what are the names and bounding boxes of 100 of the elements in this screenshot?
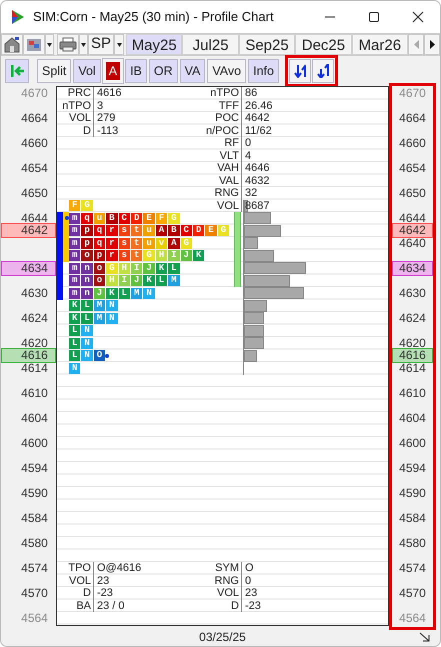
tpo-letter: C [180, 225, 192, 236]
scroll-right-button[interactable] [424, 34, 440, 55]
stat-label: D [82, 124, 92, 137]
price-label: 4574 [20, 560, 49, 576]
stat-label: TPO [67, 562, 92, 574]
tpo-letter: N [106, 300, 118, 312]
tpo-letter: q [94, 225, 106, 236]
stat-value: O@4616 [93, 562, 142, 574]
stat-value: -23 [241, 600, 261, 612]
tpo-letter: O [94, 350, 106, 362]
tpo-letter: L [81, 312, 93, 324]
tpo-letter: D [130, 212, 142, 224]
tpo-letter: K [156, 262, 168, 274]
tpo-letter: K [69, 300, 80, 312]
tpo-letter: E [143, 212, 155, 224]
stat-value: 0 [241, 574, 252, 587]
tpo-letter: v [156, 238, 168, 249]
tpo-letter: L [69, 325, 80, 336]
house-icon [3, 36, 21, 53]
tpo-letter: G [218, 225, 230, 236]
tpo-letter: M [94, 300, 106, 312]
toggle-button[interactable]: OR [148, 59, 178, 83]
price-label: 4580 [398, 536, 427, 551]
tpo-letter: o [94, 262, 106, 274]
left-arrow-icon [414, 40, 418, 49]
stat-label: RNG [214, 574, 240, 587]
tpo-letter: N [69, 362, 80, 374]
print-button[interactable] [57, 34, 79, 55]
stat-value: 23 [93, 574, 110, 587]
resize-grip-icon [419, 632, 431, 642]
price-label: 4604 [20, 410, 49, 426]
home-button[interactable] [1, 34, 23, 55]
tpo-letter: K [106, 288, 118, 299]
sort-arrows-button[interactable] [288, 59, 311, 83]
price-label: 4600 [398, 436, 427, 451]
dropdown-button[interactable] [45, 34, 54, 55]
tpo-letter: q [81, 212, 93, 224]
stat-label: POC [215, 112, 240, 124]
price-label: 4654 [398, 160, 427, 176]
price-label: 4590 [398, 486, 427, 501]
tpo-letter: J [130, 275, 142, 286]
price-label: 4584 [398, 510, 427, 526]
toggle-button[interactable]: Split [37, 59, 72, 83]
tpo-letter: L [156, 275, 168, 286]
tpo-letter: o [81, 250, 93, 262]
tpo-letter: K [143, 275, 155, 286]
stat-value: 4646 [241, 162, 270, 174]
price-label: 4624 [398, 310, 427, 326]
toggle-button[interactable]: VA [180, 59, 206, 83]
tpo-letter: I [168, 250, 180, 262]
price-label: 4564 [398, 610, 427, 626]
toggle-button[interactable]: VAvo [207, 59, 246, 83]
tab[interactable]: Sep25 [238, 34, 296, 55]
tpo-letter: t [130, 238, 142, 249]
sort-arrows-button[interactable] [312, 59, 334, 83]
symbol-menu[interactable]: SP [88, 34, 114, 55]
stat-label: PRC [66, 87, 92, 100]
stat-label: VOL [68, 574, 92, 587]
price-label: 4616 [392, 348, 433, 364]
tpo-letter: N [81, 325, 93, 336]
tpo-letter: N [143, 288, 155, 299]
tab[interactable]: Dec25 [295, 34, 352, 55]
toggle-button[interactable]: IB [125, 59, 147, 83]
color-scheme-button[interactable] [23, 34, 45, 55]
price-label: 4670 [398, 86, 427, 101]
tpo-letter: p [81, 225, 93, 236]
tpo-letter: N [81, 350, 93, 362]
date-label: 03/25/25 [198, 630, 247, 644]
price-label: 4580 [20, 536, 49, 551]
toggle-button[interactable]: Vol [73, 59, 101, 83]
tpo-letter: t [130, 250, 142, 262]
stat-label: nTPO [61, 100, 92, 112]
tpo-letter: J [180, 250, 192, 262]
stat-label: BA [75, 600, 92, 612]
dropdown-button[interactable] [79, 34, 88, 55]
price-label: 4610 [20, 386, 49, 401]
stat-label: RF [224, 137, 240, 150]
tpo-letter: C [118, 212, 130, 224]
price-label: 4590 [20, 486, 49, 501]
maximize-icon [368, 11, 380, 23]
color-button[interactable]: A [102, 59, 124, 83]
stat-label: VOL [216, 200, 240, 212]
price-label: 4642 [392, 223, 433, 238]
stat-label: n/POC [206, 124, 240, 137]
price-label: 4654 [20, 160, 49, 176]
tpo-letter: t [130, 225, 142, 236]
tpo-letter: u [143, 225, 155, 236]
stat-label: RNG [214, 187, 240, 200]
tab[interactable]: Mar26 [352, 34, 408, 55]
tpo-letter: D [192, 225, 204, 236]
tpo-letter: p [94, 250, 106, 262]
tpo-letter: M [168, 275, 180, 286]
toggle-button[interactable]: Info [248, 59, 279, 83]
tpo-letter: G [81, 200, 93, 212]
tpo-letter: n [81, 275, 93, 286]
dropdown-button[interactable] [114, 34, 124, 55]
tab[interactable]: May25 [126, 34, 182, 55]
exit-arrow-icon [10, 64, 24, 78]
tab[interactable]: Jul25 [182, 34, 239, 55]
price-label: 4640 [398, 236, 427, 251]
